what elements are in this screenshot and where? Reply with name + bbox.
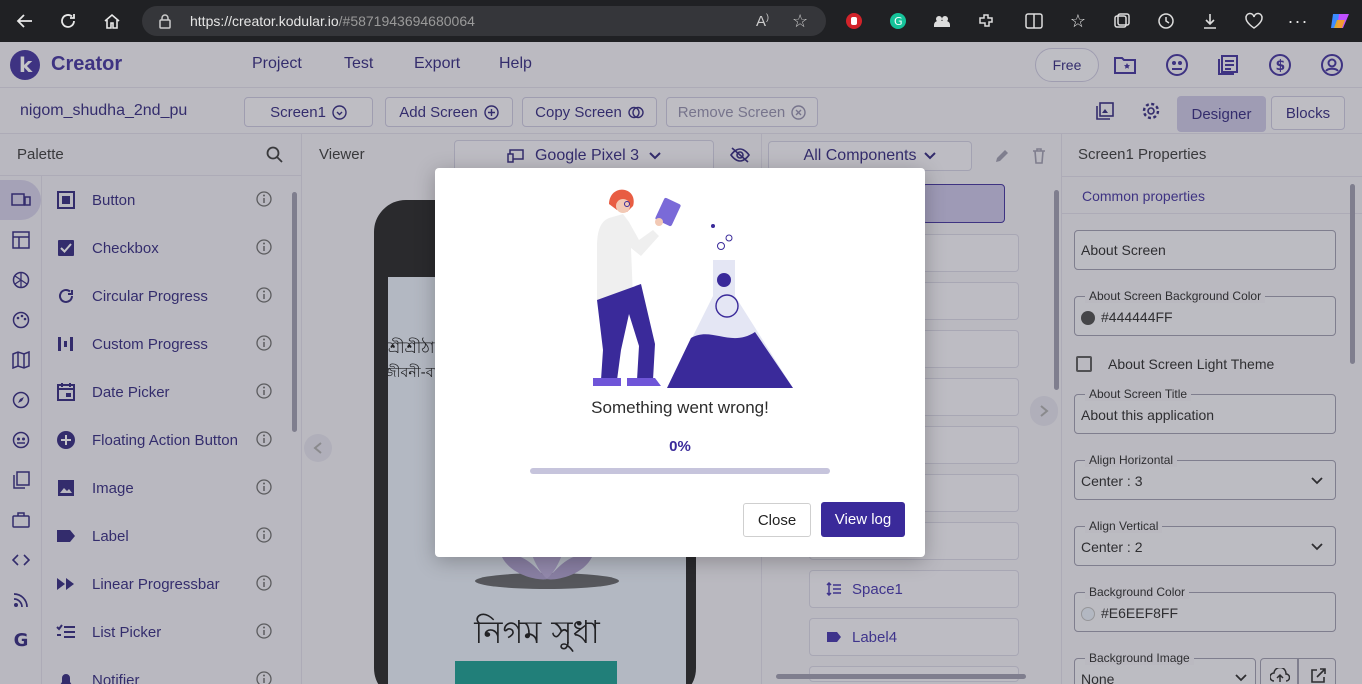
- close-button[interactable]: Close: [743, 503, 811, 537]
- more-menu-icon[interactable]: ···: [1286, 9, 1310, 33]
- lock-icon: [158, 13, 172, 29]
- split-screen-icon[interactable]: [1022, 9, 1046, 33]
- address-bar[interactable]: https://creator.kodular.io/#587194369468…: [142, 6, 826, 36]
- progress-bar: [530, 468, 830, 474]
- extensions-puzzle-icon[interactable]: [974, 9, 998, 33]
- downloads-icon[interactable]: [1198, 9, 1222, 33]
- history-icon[interactable]: [1154, 9, 1178, 33]
- read-aloud-glyph: A: [756, 13, 767, 30]
- copilot-icon[interactable]: [1328, 9, 1352, 33]
- home-icon[interactable]: [100, 9, 124, 33]
- progress-percent: 0%: [669, 438, 691, 455]
- url-text: https://creator.kodular.io/#587194369468…: [190, 13, 475, 29]
- read-aloud-icon[interactable]: A): [756, 12, 769, 30]
- refresh-icon[interactable]: [56, 9, 80, 33]
- error-message: Something went wrong!: [591, 398, 769, 417]
- favorite-star-icon[interactable]: ☆: [792, 11, 808, 32]
- grammarly-extension-icon[interactable]: G: [886, 9, 910, 33]
- view-log-button[interactable]: View log: [821, 502, 905, 537]
- url-host: https://creator.kodular.io: [190, 13, 339, 29]
- error-dialog: Something went wrong! 0% Close View log: [435, 168, 925, 557]
- adblock-extension-icon[interactable]: [842, 9, 866, 33]
- browser-toolbar: https://creator.kodular.io/#587194369468…: [0, 0, 1362, 42]
- svg-text:G: G: [894, 15, 903, 28]
- back-icon[interactable]: [13, 9, 37, 33]
- collections-icon[interactable]: [1110, 9, 1134, 33]
- url-path: /#5871943694680064: [338, 13, 475, 29]
- extension-icon[interactable]: [930, 9, 954, 33]
- performance-icon[interactable]: [1242, 9, 1266, 33]
- favorites-icon[interactable]: ☆: [1066, 9, 1090, 33]
- scientist-illustration: [563, 182, 803, 392]
